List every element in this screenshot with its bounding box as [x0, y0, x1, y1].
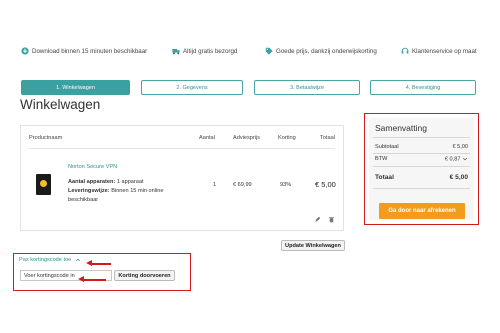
delivery-value: Binnen 15 min online: [111, 188, 164, 194]
tag-icon: [265, 47, 273, 55]
product-delivery-cont: beschikbaar: [68, 197, 99, 203]
download-icon: [21, 47, 29, 55]
discount-code-value: Voer kortingscode in: [24, 272, 75, 279]
subtotal-label: Subtotaal: [375, 144, 399, 150]
item-discount: 93%: [280, 182, 292, 188]
step-details[interactable]: 2. Gegevens: [141, 80, 243, 95]
step-payment[interactable]: 3. Betaalwijze: [254, 80, 360, 95]
total-label: Totaal: [375, 174, 394, 181]
header-qty: Aantal: [199, 135, 215, 141]
chevron-down-icon[interactable]: [462, 156, 468, 162]
annotation-arrow: [78, 276, 106, 282]
divider: [373, 137, 470, 138]
step-payment-label: 3. Betaalwijze: [290, 84, 324, 91]
product-delivery: Leveringswijze: Binnen 15 min online: [68, 187, 163, 195]
discount-toggle-label: Pas kortingscode toe: [19, 257, 72, 263]
feature-service-text: Klantenservice op maat: [412, 47, 477, 55]
discount-toggle[interactable]: Pas kortingscode toe: [19, 257, 81, 263]
headset-icon: [401, 47, 409, 54]
discount-panel: Pas kortingscode toe Voer kortingscode i…: [13, 253, 191, 291]
header-discount: Korting: [278, 135, 296, 141]
item-total: € 5,00: [315, 180, 336, 189]
feature-price-text: Goede prijs, dankzij onderwijskorting: [276, 47, 377, 55]
checkout-label: Ga door naar afrekenen: [388, 208, 456, 214]
vat-row[interactable]: BTW € 0,87: [375, 156, 468, 162]
vat-value-wrap: € 0,87: [445, 156, 468, 162]
chevron-up-icon: [76, 258, 81, 262]
header-product: Productnaam: [29, 135, 63, 141]
header-total: Totaal: [320, 135, 335, 141]
apply-discount-button[interactable]: Korting doorvoeren: [114, 270, 175, 281]
product-name[interactable]: Norton Secure VPN: [68, 164, 117, 170]
header-price: Adviesprijs: [233, 135, 261, 141]
product-image: [36, 174, 51, 195]
cart-table: Productnaam Aantal Adviesprijs Korting T…: [20, 125, 344, 231]
feature-delivery-text: Altijd gratis bezorgd: [183, 47, 238, 55]
subtotal-row: Subtotaal € 5,00: [375, 144, 468, 150]
feature-download-text: Download binnen 15 minuten beschikbaar: [32, 47, 148, 55]
feature-price: Goede prijs, dankzij onderwijskorting: [265, 47, 377, 55]
vat-label: BTW: [375, 156, 388, 162]
delivery-label: Leveringswijze:: [68, 188, 110, 194]
checkout-button[interactable]: Ga door naar afrekenen: [379, 203, 465, 219]
step-cart-label: 1. Winkelwagen: [56, 84, 95, 91]
devices-value: 1 apparaat: [116, 179, 144, 185]
apply-discount-label: Korting doorvoeren: [118, 272, 171, 279]
product-devices: Aantal apparaten: 1 apparaat: [68, 178, 144, 186]
feature-service: Klantenservice op maat: [401, 47, 477, 55]
update-cart-label: Update Winkelwagen: [285, 242, 341, 249]
divider: [29, 148, 335, 149]
page-title: Winkelwagen: [20, 97, 101, 112]
vat-value: € 0,87: [444, 156, 461, 163]
item-price: € 69,99: [233, 182, 252, 188]
total-value: € 5,00: [449, 174, 468, 181]
update-cart-button[interactable]: Update Winkelwagen: [281, 240, 345, 251]
devices-label: Aantal apparaten:: [68, 179, 116, 185]
step-confirmation[interactable]: 4. Bevestiging: [370, 80, 476, 95]
trash-icon[interactable]: [328, 216, 335, 223]
step-details-label: 2. Gegevens: [176, 84, 208, 91]
summary-inner: Samenvatting Subtotaal € 5,00 BTW € 0,87…: [369, 118, 474, 220]
feature-delivery: Altijd gratis bezorgd: [172, 47, 237, 55]
edit-icon[interactable]: [314, 216, 321, 223]
feature-download: Download binnen 15 minuten beschikbaar: [21, 47, 147, 55]
summary-title: Samenvatting: [375, 123, 427, 133]
total-row: Totaal € 5,00: [375, 174, 468, 181]
divider: [373, 188, 470, 189]
divider: [373, 153, 470, 154]
divider: [373, 166, 470, 167]
subtotal-value: € 5,00: [452, 144, 468, 150]
annotation-arrow: [86, 260, 111, 266]
step-cart[interactable]: 1. Winkelwagen: [21, 80, 130, 95]
item-qty: 1: [213, 182, 217, 188]
summary-panel: Samenvatting Subtotaal € 5,00 BTW € 0,87…: [364, 113, 479, 225]
step-confirmation-label: 4. Bevestiging: [405, 84, 441, 91]
truck-icon: [172, 49, 180, 55]
